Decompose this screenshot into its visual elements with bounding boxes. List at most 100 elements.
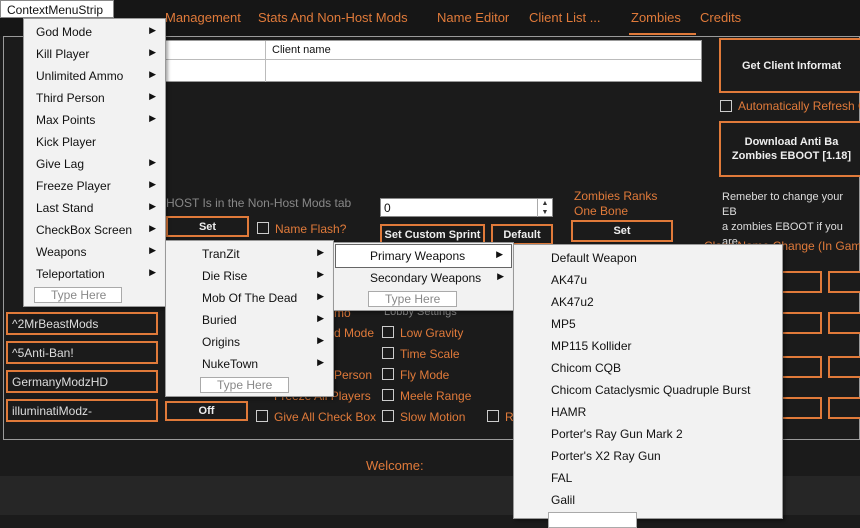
name-flash-checkbox[interactable] <box>257 222 269 234</box>
grid-column-separator <box>265 41 266 82</box>
menu-item-kick-player[interactable]: Kick Player <box>25 131 164 153</box>
low-gravity-label: Low Gravity <box>400 326 464 340</box>
name-field-4[interactable]: illuminatiModz- <box>6 399 158 422</box>
tab-name-editor[interactable]: Name Editor <box>437 10 509 25</box>
submenu-arrow-icon: ▶ <box>149 157 156 167</box>
time-scale-label: Time Scale <box>400 347 460 361</box>
get-client-info-button[interactable]: Get Client Informat <box>719 38 860 93</box>
time-scale-checkbox[interactable] <box>382 347 394 359</box>
tab-zombies[interactable]: Zombies <box>631 10 681 25</box>
submenu-arrow-icon: ▶ <box>149 267 156 277</box>
submenu-arrow-icon: ▶ <box>149 245 156 255</box>
menu-item-ak47u[interactable]: AK47u <box>515 269 781 291</box>
menu-item-porters-ray-gun-mark-2[interactable]: Porter's Ray Gun Mark 2 <box>515 423 781 445</box>
menu-item-mp5[interactable]: MP5 <box>515 313 781 335</box>
submenu-arrow-icon: ▶ <box>149 179 156 189</box>
menu-item-die-rise[interactable]: Die Rise ▶ <box>167 265 332 287</box>
fly-mode-label: Fly Mode <box>400 368 450 382</box>
menu-item-nuketown[interactable]: NukeTown ▶ <box>167 353 332 375</box>
menu-item-porters-x2-ray-gun[interactable]: Porter's X2 Ray Gun <box>515 445 781 467</box>
menu-item-god-mode[interactable]: God Mode ▶ <box>25 21 164 43</box>
give-all-check-box-label: Give All Check Box <box>274 410 377 424</box>
type-here-input[interactable]: Type Here <box>34 287 122 303</box>
type-here-input[interactable]: Type Here <box>368 291 457 307</box>
class-name-set-1[interactable] <box>828 271 860 293</box>
tab-management[interactable]: Management <box>165 10 241 25</box>
third-person-partial-label: Person <box>334 368 373 382</box>
submenu-arrow-icon: ▶ <box>496 249 503 259</box>
weapons-submenu: TranZit ▶ Die Rise ▶ Mob Of The Dead ▶ Buri… <box>165 240 334 397</box>
class-name-set-4[interactable] <box>828 397 860 419</box>
menu-item-max-points[interactable]: Max Points ▶ <box>25 109 164 131</box>
low-gravity-checkbox[interactable] <box>382 326 394 338</box>
menu-item-chicom-cqb[interactable]: Chicom CQB <box>515 357 781 379</box>
name-flash-label: Name Flash? <box>275 222 347 236</box>
download-anti-ban-button[interactable]: Download Anti Ba Zombies EBOOT [1.18] <box>719 121 860 177</box>
active-tab-indicator <box>629 33 696 35</box>
tab-credits[interactable]: Credits <box>700 10 741 25</box>
type-here-input-partial[interactable] <box>548 512 637 528</box>
ranks-set-button[interactable]: Set <box>571 220 673 242</box>
meele-range-label: Meele Range <box>400 389 472 403</box>
name-field-2[interactable]: ^5Anti-Ban! <box>6 341 158 364</box>
menu-item-origins[interactable]: Origins ▶ <box>167 331 332 353</box>
menu-item-freeze-player[interactable]: Freeze Player ▶ <box>25 175 164 197</box>
off-button[interactable]: Off <box>165 401 248 421</box>
name-field-1[interactable]: ^2MrBeastMods <box>6 312 158 335</box>
ra-checkbox[interactable] <box>487 410 499 422</box>
menu-item-buried[interactable]: Buried ▶ <box>167 309 332 331</box>
menu-item-give-lag[interactable]: Give Lag ▶ <box>25 153 164 175</box>
menu-item-mp115-kollider[interactable]: MP115 Kollider <box>515 335 781 357</box>
menu-item-mob-of-the-dead[interactable]: Mob Of The Dead ▶ <box>167 287 332 309</box>
auto-refresh-label: Automatically Refresh C <box>738 99 860 113</box>
submenu-arrow-icon: ▶ <box>317 335 324 345</box>
submenu-arrow-icon: ▶ <box>317 269 324 279</box>
host-note: HOST Is in the Non-Host Mods tab <box>166 196 352 210</box>
submenu-arrow-icon: ▶ <box>149 113 156 123</box>
menu-item-unlimited-ammo[interactable]: Unlimited Ammo ▶ <box>25 65 164 87</box>
fly-mode-checkbox[interactable] <box>382 368 394 380</box>
class-name-set-3[interactable] <box>828 356 860 378</box>
map-weapons-submenu: Primary Weapons ▶ Secondary Weapons ▶ Type… <box>333 242 514 311</box>
menu-item-secondary-weapons[interactable]: Secondary Weapons ▶ <box>335 267 512 289</box>
name-field-3[interactable]: GermanyModzHD <box>6 370 158 393</box>
slow-motion-checkbox[interactable] <box>382 410 394 422</box>
auto-refresh-checkbox[interactable] <box>720 100 732 112</box>
column-client-name[interactable]: Client name <box>272 44 331 56</box>
zombies-ranks-label: Zombies Ranks <box>574 189 658 203</box>
submenu-arrow-icon: ▶ <box>149 223 156 233</box>
menu-item-hamr[interactable]: HAMR <box>515 401 781 423</box>
menu-item-chicom-cataclysmic-quadruple-burst[interactable]: Chicom Cataclysmic Quadruple Burst <box>515 379 781 401</box>
meele-range-checkbox[interactable] <box>382 389 394 401</box>
client-grid[interactable]: Client name <box>165 40 702 82</box>
set-button[interactable]: Set <box>166 216 249 237</box>
menu-item-last-stand[interactable]: Last Stand ▶ <box>25 197 164 219</box>
welcome-label: Welcome: <box>366 458 424 473</box>
sprint-value-input[interactable]: 0 <box>380 198 553 217</box>
spin-up-icon[interactable]: ▲ <box>537 199 552 208</box>
submenu-arrow-icon: ▶ <box>497 271 504 281</box>
grid-header: Client name <box>166 41 701 60</box>
spin-down-icon[interactable]: ▼ <box>537 208 552 217</box>
menu-item-tranzit[interactable]: TranZit ▶ <box>167 243 332 265</box>
slow-motion-label: Slow Motion <box>400 410 466 424</box>
menu-item-checkbox-screen[interactable]: CheckBox Screen ▶ <box>25 219 164 241</box>
menu-item-default-weapon[interactable]: Default Weapon <box>515 247 781 269</box>
menu-item-galil[interactable]: Galil <box>515 489 781 511</box>
menu-item-teleportation[interactable]: Teleportation ▶ <box>25 263 164 285</box>
menu-item-weapons[interactable]: Weapons ▶ <box>25 241 164 263</box>
context-menu-strip-title[interactable]: ContextMenuStrip <box>0 0 114 18</box>
menu-item-kill-player[interactable]: Kill Player ▶ <box>25 43 164 65</box>
menu-item-fal[interactable]: FAL <box>515 467 781 489</box>
type-here-input[interactable]: Type Here <box>200 377 289 393</box>
menu-item-primary-weapons[interactable]: Primary Weapons ▶ <box>335 244 512 268</box>
menu-item-ak47u2[interactable]: AK47u2 <box>515 291 781 313</box>
tab-client-list[interactable]: Client List ... <box>529 10 601 25</box>
class-name-set-2[interactable] <box>828 312 860 334</box>
primary-weapons-submenu: Default Weapon AK47u AK47u2 MP5 MP115 Ko… <box>513 244 783 528</box>
give-all-checkbox[interactable] <box>256 410 268 422</box>
tab-stats-non-host-mods[interactable]: Stats And Non-Host Mods <box>258 10 408 25</box>
menu-item-third-person[interactable]: Third Person ▶ <box>25 87 164 109</box>
submenu-arrow-icon: ▶ <box>149 69 156 79</box>
main-context-menu: God Mode ▶ Kill Player ▶ Unlimited Ammo ▶ T… <box>23 18 166 307</box>
